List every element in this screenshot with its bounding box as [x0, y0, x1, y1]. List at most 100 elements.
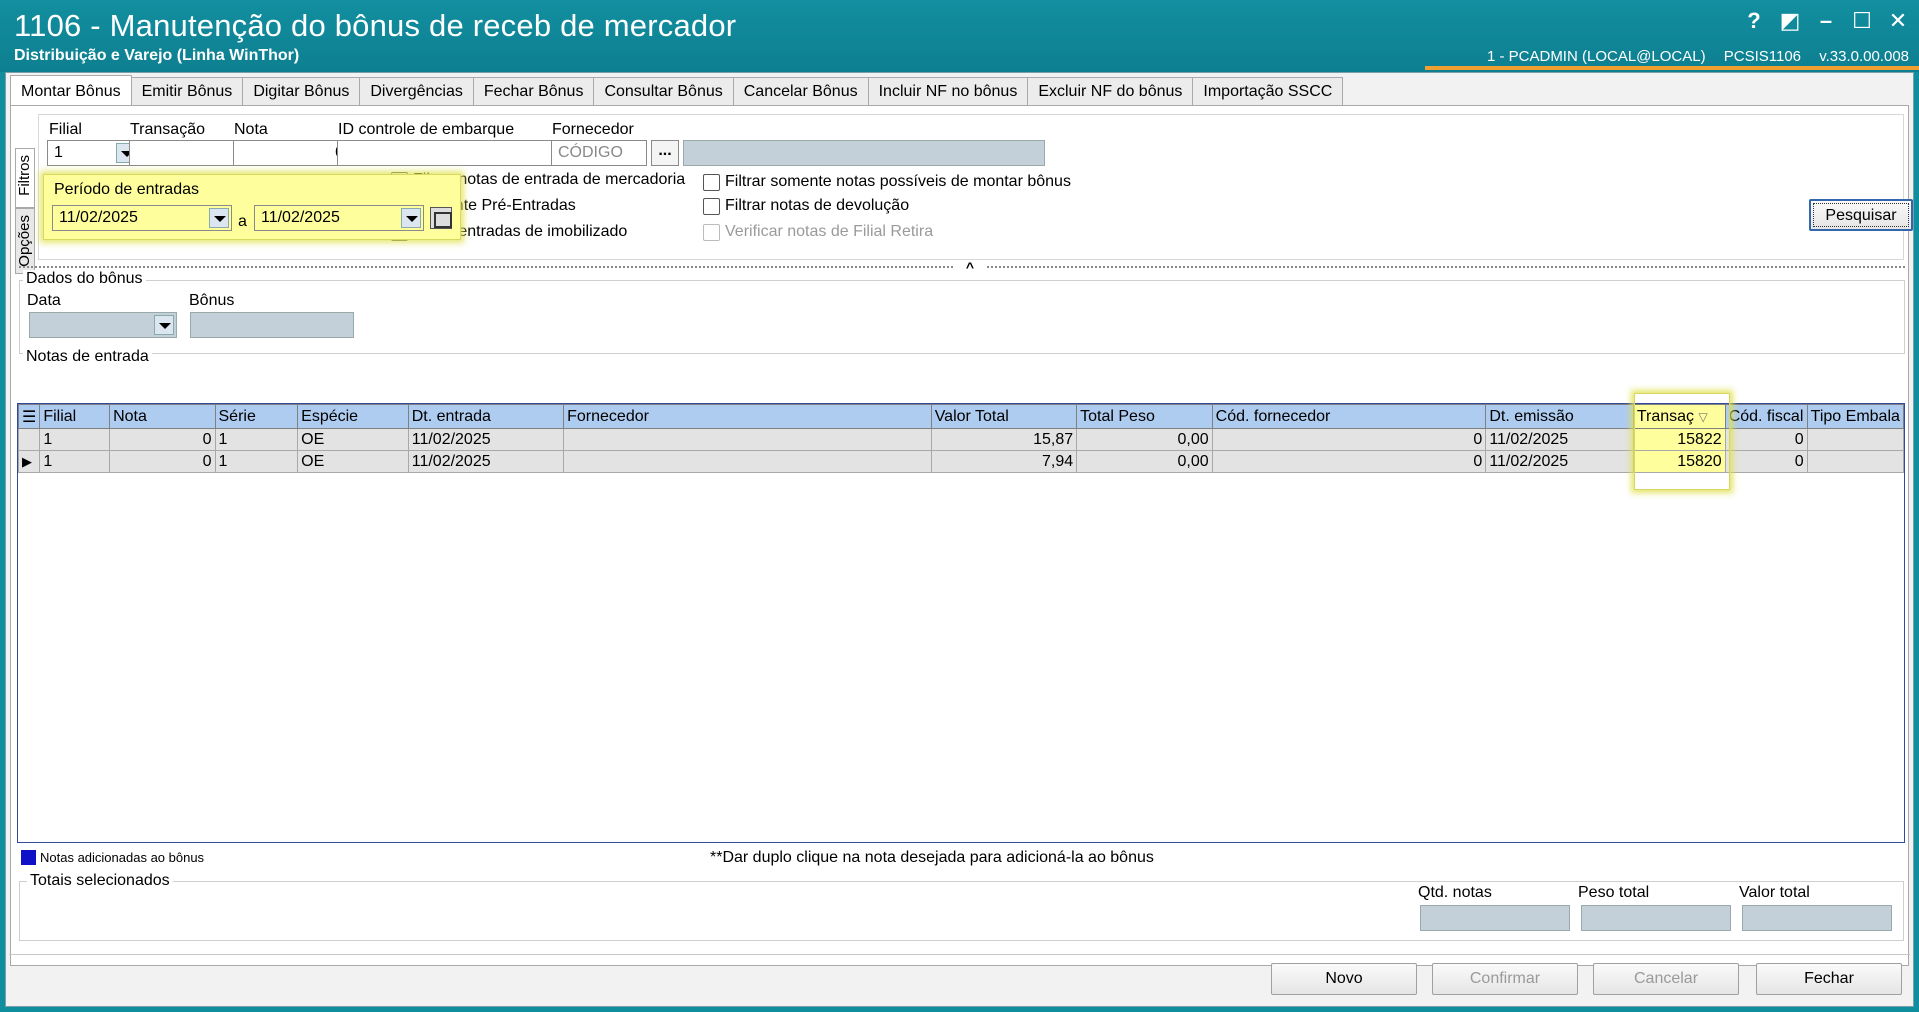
col-dt-emissao[interactable]: Dt. emissão [1485, 404, 1634, 429]
version-label: v.33.0.00.008 [1819, 48, 1909, 65]
col-cod-fiscal[interactable]: Cód. fiscal [1724, 404, 1808, 429]
notas-grid: ☰ Filial Nota Série Espécie Dt. entrada … [17, 403, 1905, 843]
col-dt-entrada[interactable]: Dt. entrada [407, 404, 565, 429]
chevron-up-icon[interactable]: ^ [955, 260, 985, 274]
side-tab-filtros[interactable]: Filtros [15, 148, 35, 208]
chk-devolucao[interactable]: Filtrar notas de devolução [703, 197, 909, 215]
column-chooser-icon[interactable]: ☰ [18, 404, 41, 429]
cell-tipo-embala [1806, 450, 1904, 473]
cell-especie: OE [297, 428, 409, 451]
tab-emitir-bonus[interactable]: Emitir Bônus [130, 77, 244, 105]
legend-swatch [21, 850, 36, 865]
close-icon[interactable]: ✕ [1887, 8, 1909, 34]
cell-dt-emissao: 11/02/2025 [1485, 428, 1634, 451]
novo-button[interactable]: Novo [1271, 963, 1417, 995]
peso-total-label: Peso total [1578, 884, 1650, 901]
col-especie[interactable]: Espécie [297, 404, 409, 429]
chk-devolucao-label: Filtrar notas de devolução [725, 197, 910, 214]
cell-cod-fornecedor: 0 [1211, 450, 1487, 473]
data-select[interactable] [29, 312, 177, 338]
tab-divergencias[interactable]: Divergências [359, 77, 474, 105]
chk-montar-bonus[interactable]: Filtrar somente notas possíveis de monta… [703, 173, 1071, 191]
cell-total-peso: 0,00 [1076, 428, 1213, 451]
periodo-from-input[interactable]: 11/02/2025 [52, 205, 232, 231]
tab-consultar-bonus[interactable]: Consultar Bônus [593, 77, 734, 105]
tab-montar-bonus[interactable]: Montar Bônus [10, 75, 132, 105]
pesquisar-button[interactable]: Pesquisar [1809, 199, 1913, 231]
cell-nota: 0 [109, 428, 216, 451]
legend-text: Notas adicionadas ao bônus [40, 850, 205, 865]
filter-icon[interactable]: ▽ [1698, 410, 1707, 424]
periodo-to-value: 11/02/2025 [261, 209, 340, 226]
title-bar: 1106 - Manutenção do bônus de receb de m… [0, 0, 1919, 72]
col-transacao[interactable]: Transaç ▽ [1632, 404, 1726, 429]
fornecedor-lookup-button[interactable]: ... [651, 140, 679, 166]
tab-strip: Montar Bônus Emitir Bônus Digitar Bônus … [10, 75, 1344, 105]
edit-icon[interactable]: ◩ [1779, 8, 1801, 34]
embarque-label: ID controle de embarque [338, 121, 515, 138]
tab-excluir-nf[interactable]: Excluir NF do bônus [1027, 77, 1194, 105]
chevron-down-icon[interactable] [154, 315, 174, 335]
col-valor-total[interactable]: Valor Total [930, 404, 1078, 429]
nota-input[interactable]: 0 [233, 140, 351, 166]
chk-filial-retira: Verificar notas de Filial Retira [703, 223, 933, 241]
cell-dt-entrada: 11/02/2025 [407, 450, 565, 473]
dados-bonus-title: Dados do bônus [23, 270, 146, 288]
table-row[interactable]: ▶ 1 0 1 OE 11/02/2025 7,94 0,00 0 11/02/… [18, 450, 1904, 473]
col-fornecedor[interactable]: Fornecedor [563, 404, 932, 429]
side-tab-opcoes[interactable]: Opções [15, 208, 35, 274]
cell-cod-fiscal: 0 [1724, 428, 1808, 451]
hint-text: **Dar duplo clique na nota desejada para… [710, 849, 1154, 866]
col-tipo-embala[interactable]: Tipo Embala [1806, 404, 1904, 429]
peso-total-field [1581, 905, 1731, 931]
fechar-button[interactable]: Fechar [1756, 963, 1902, 995]
cancelar-button: Cancelar [1593, 963, 1739, 995]
checkbox[interactable] [703, 197, 720, 215]
transacao-input[interactable]: 0 [129, 140, 249, 166]
cell-dt-entrada: 11/02/2025 [407, 428, 565, 451]
periodo-separator: a [238, 213, 247, 230]
tab-cancelar-bonus[interactable]: Cancelar Bônus [732, 77, 869, 105]
checkbox[interactable] [703, 173, 720, 191]
fornecedor-code-input[interactable]: CÓDIGO [551, 140, 647, 166]
side-tab-filtros-label: Filtros [16, 155, 33, 196]
bonus-label: Bônus [189, 292, 235, 309]
qtd-notas-field [1420, 905, 1570, 931]
tab-fechar-bonus[interactable]: Fechar Bônus [472, 77, 595, 105]
col-cod-fornecedor[interactable]: Cód. fornecedor [1211, 404, 1487, 429]
filial-select[interactable]: 1 [47, 140, 139, 166]
confirmar-button: Confirmar [1432, 963, 1578, 995]
col-nota[interactable]: Nota [109, 404, 216, 429]
program-label: PCSIS1106 [1723, 48, 1802, 65]
chevron-down-icon[interactable] [209, 208, 229, 228]
checkbox [703, 223, 720, 241]
notas-table: ☰ Filial Nota Série Espécie Dt. entrada … [18, 404, 1904, 473]
user-label: 1 - PCADMIN (LOCAL@LOCAL) [1486, 48, 1706, 65]
periodo-label: Período de entradas [54, 181, 199, 198]
cell-valor-total: 15,87 [930, 428, 1078, 451]
row-indicator-current-icon[interactable]: ▶ [18, 450, 41, 473]
help-icon[interactable]: ? [1743, 8, 1765, 34]
tab-incluir-nf[interactable]: Incluir NF no bônus [867, 77, 1029, 105]
maximize-icon[interactable]: ☐ [1851, 8, 1873, 34]
tab-importacao-sscc[interactable]: Importação SSCC [1192, 77, 1344, 105]
periodo-to-input[interactable]: 11/02/2025 [254, 205, 424, 231]
chevron-down-icon[interactable] [401, 208, 421, 228]
cell-nota: 0 [109, 450, 216, 473]
cell-cod-fiscal: 0 [1724, 450, 1808, 473]
tab-digitar-bonus[interactable]: Digitar Bônus [242, 77, 361, 105]
col-total-peso[interactable]: Total Peso [1076, 404, 1213, 429]
cell-filial: 1 [39, 428, 111, 451]
window-title: 1106 - Manutenção do bônus de receb de m… [14, 8, 737, 43]
cell-serie: 1 [214, 450, 299, 473]
calendar-icon[interactable] [430, 207, 452, 229]
table-row[interactable]: 1 0 1 OE 11/02/2025 15,87 0,00 0 11/02/2… [18, 428, 1904, 451]
valor-total-label: Valor total [1739, 884, 1810, 901]
cell-total-peso: 0,00 [1076, 450, 1213, 473]
row-indicator[interactable] [18, 428, 41, 451]
minimize-icon[interactable]: – [1815, 8, 1837, 34]
user-info: 1 - PCADMIN (LOCAL@LOCAL) PCSIS1106 v.33… [1473, 48, 1909, 65]
col-filial[interactable]: Filial [39, 404, 111, 429]
fornecedor-label: Fornecedor [552, 121, 634, 138]
col-serie[interactable]: Série [214, 404, 299, 429]
